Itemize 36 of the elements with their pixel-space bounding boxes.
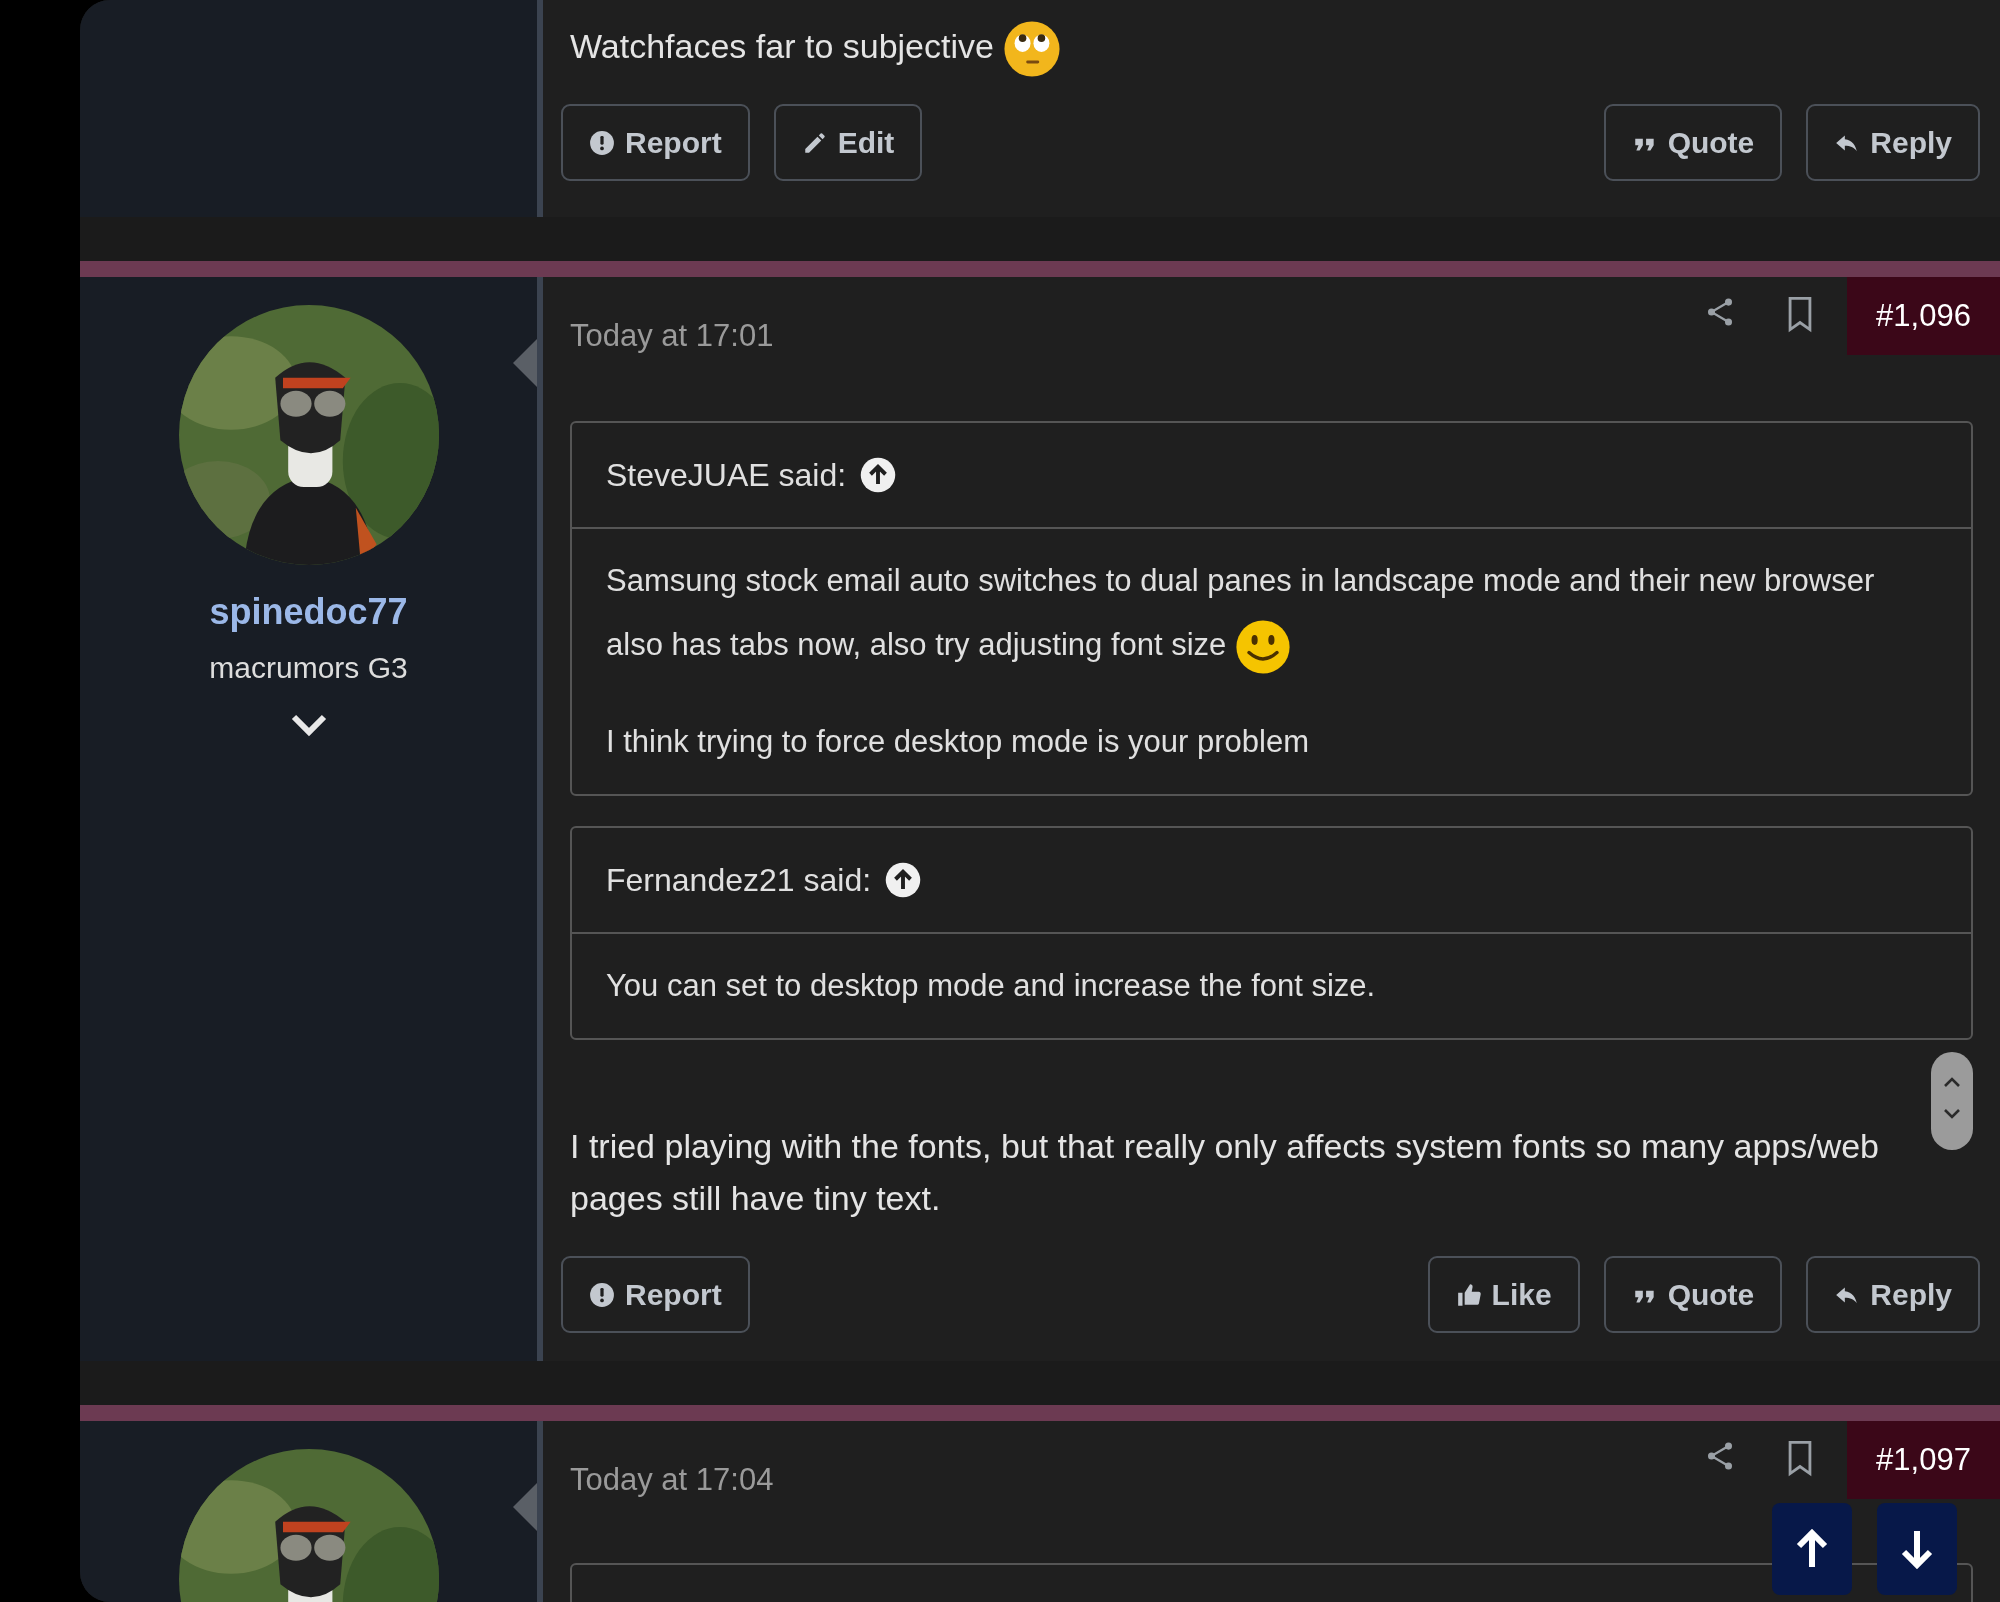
arrow-up-circle-icon[interactable] <box>860 457 897 493</box>
pointer-arrow-icon <box>513 339 537 387</box>
user-title: macrumors G3 <box>208 650 409 686</box>
chevron-down-icon[interactable] <box>289 712 328 737</box>
quote-button[interactable]: Quote <box>1603 1256 1783 1333</box>
scroll-handle[interactable] <box>1931 1052 1973 1150</box>
thumbs-up-icon <box>1455 1281 1482 1308</box>
post-text: Watchfaces far to subjective <box>570 20 1973 78</box>
quote-author: SteveJUAE said: <box>606 456 847 495</box>
post-number-link[interactable]: #1,096 <box>1847 277 2000 355</box>
scroll-down-button[interactable] <box>1877 1503 1957 1595</box>
alert-icon <box>589 1281 615 1308</box>
quote-text: I think trying to force desktop mode is your problem <box>606 723 1310 761</box>
scroll-up-button[interactable] <box>1772 1503 1852 1595</box>
up-arrow-icon <box>1795 1529 1829 1569</box>
report-button[interactable]: Report <box>561 1256 750 1333</box>
eye-roll-emoji-icon <box>1003 20 1062 78</box>
reply-button[interactable]: Reply <box>1806 104 1980 181</box>
post-date: Today at 17:01 <box>570 317 774 355</box>
pointer-arrow-icon <box>513 1483 537 1531</box>
post-text: I tried playing with the fonts, but that really only affects system fonts so many apps/web pages still have tiny text. <box>570 1126 1881 1219</box>
arrow-up-circle-icon[interactable] <box>885 862 922 898</box>
post-number-link[interactable]: #1,097 <box>1847 1421 2000 1499</box>
edit-button[interactable]: Edit <box>773 104 923 181</box>
report-button[interactable]: Report <box>561 104 750 181</box>
quote-text: Samsung stock email auto switches to dual panes in landscape mode and their new browser also has tabs now, also try adjusting font size <box>606 549 1937 677</box>
down-arrow-icon <box>1900 1529 1934 1569</box>
quote-button[interactable]: Quote <box>1603 104 1783 181</box>
quote-text: You can set to desktop mode and increase the font size. <box>606 967 1377 1005</box>
reply-button[interactable]: Reply <box>1806 1256 1980 1333</box>
alert-icon <box>589 129 615 156</box>
smiley-emoji-icon <box>1234 618 1291 675</box>
quote-author: Fernandez21 said: <box>606 861 872 900</box>
post-date: Today at 17:04 <box>570 1461 774 1499</box>
like-button[interactable]: Like <box>1427 1256 1580 1333</box>
username-link[interactable]: spinedoc77 <box>80 585 537 639</box>
